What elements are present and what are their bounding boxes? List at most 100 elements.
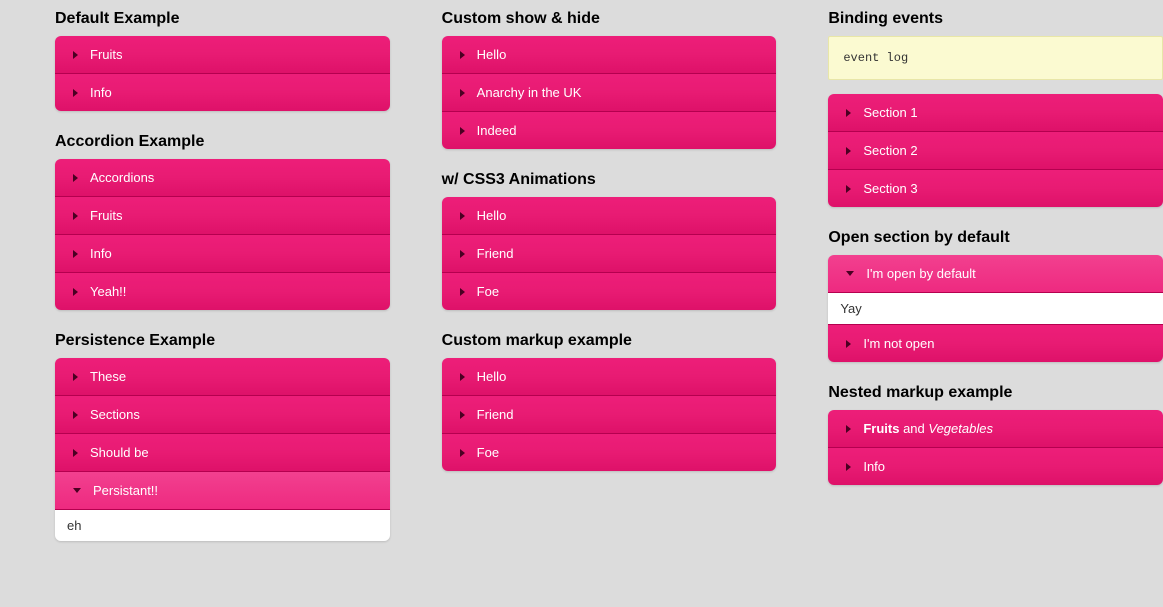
accordion-item-indeed[interactable]: Indeed [442, 112, 777, 149]
item-label: Persistant!! [93, 483, 158, 498]
group-title: Open section by default [828, 229, 1163, 247]
item-label: Section 1 [863, 105, 917, 120]
group-title: Accordion Example [55, 133, 390, 151]
chevron-right-icon [73, 449, 78, 457]
chevron-right-icon [846, 340, 851, 348]
accordion-item-foe[interactable]: Foe [442, 273, 777, 310]
group-title: Default Example [55, 10, 390, 28]
accordion-item-should-be[interactable]: Should be [55, 434, 390, 472]
item-label: Section 2 [863, 143, 917, 158]
accordion-item-accordions[interactable]: Accordions [55, 159, 390, 197]
item-label: Info [863, 459, 885, 474]
chevron-right-icon [846, 425, 851, 433]
chevron-right-icon [460, 250, 465, 258]
chevron-right-icon [846, 463, 851, 471]
accordion-nested: Fruits and Vegetables Info [828, 410, 1163, 485]
item-label: These [90, 369, 126, 384]
accordion-item-hello[interactable]: Hello [442, 358, 777, 396]
chevron-right-icon [460, 127, 465, 135]
column-1: Default Example Fruits Info Accordion Ex… [55, 10, 390, 563]
accordion-item-info[interactable]: Info [55, 74, 390, 111]
group-open-default: Open section by default I'm open by defa… [828, 229, 1163, 362]
group-title: Binding events [828, 10, 1163, 28]
accordion-content: Yay [828, 293, 1163, 325]
item-label: Sections [90, 407, 140, 422]
item-label: Foe [477, 284, 499, 299]
chevron-right-icon [73, 212, 78, 220]
group-binding-events: Binding events event log Section 1 Secti… [828, 10, 1163, 207]
accordion-item-fruits[interactable]: Fruits [55, 36, 390, 74]
chevron-right-icon [73, 411, 78, 419]
accordion-item-sections[interactable]: Sections [55, 396, 390, 434]
group-title: Custom show & hide [442, 10, 777, 28]
chevron-down-icon [846, 271, 854, 276]
item-label: Fruits [90, 47, 123, 62]
accordion-item-section-1[interactable]: Section 1 [828, 94, 1163, 132]
accordion-item-fruits-veg[interactable]: Fruits and Vegetables [828, 410, 1163, 448]
item-label: Accordions [90, 170, 154, 185]
chevron-right-icon [846, 185, 851, 193]
chevron-right-icon [460, 288, 465, 296]
chevron-right-icon [846, 147, 851, 155]
accordion-item-section-3[interactable]: Section 3 [828, 170, 1163, 207]
accordion-item-info[interactable]: Info [55, 235, 390, 273]
item-label: Fruits and Vegetables [863, 421, 993, 436]
group-title: Custom markup example [442, 332, 777, 350]
item-label: I'm open by default [866, 266, 975, 281]
accordion-custom-show-hide: Hello Anarchy in the UK Indeed [442, 36, 777, 149]
accordion-item-foe[interactable]: Foe [442, 434, 777, 471]
item-label: Yeah!! [90, 284, 126, 299]
item-label: Info [90, 85, 112, 100]
accordion-item-info[interactable]: Info [828, 448, 1163, 485]
accordion-item-not-open[interactable]: I'm not open [828, 325, 1163, 362]
chevron-right-icon [73, 250, 78, 258]
accordion-content: eh [55, 510, 390, 541]
accordion-item-hello[interactable]: Hello [442, 36, 777, 74]
accordion-item-friend[interactable]: Friend [442, 235, 777, 273]
item-label: I'm not open [863, 336, 934, 351]
group-title: Persistence Example [55, 332, 390, 350]
group-nested-markup: Nested markup example Fruits and Vegetab… [828, 384, 1163, 485]
item-label: Foe [477, 445, 499, 460]
item-label: Indeed [477, 123, 517, 138]
chevron-right-icon [73, 373, 78, 381]
accordion-persistence: These Sections Should be Persistant!! eh [55, 358, 390, 541]
chevron-right-icon [73, 51, 78, 59]
chevron-right-icon [460, 89, 465, 97]
accordion-item-hello[interactable]: Hello [442, 197, 777, 235]
event-log: event log [828, 36, 1163, 80]
group-default-example: Default Example Fruits Info [55, 10, 390, 111]
chevron-right-icon [460, 373, 465, 381]
item-label: Fruits [90, 208, 123, 223]
group-accordion-example: Accordion Example Accordions Fruits Info… [55, 133, 390, 310]
accordion-item-anarchy[interactable]: Anarchy in the UK [442, 74, 777, 112]
accordion-accordion-example: Accordions Fruits Info Yeah!! [55, 159, 390, 310]
chevron-right-icon [460, 411, 465, 419]
group-persistence-example: Persistence Example These Sections Shoul… [55, 332, 390, 541]
accordion-item-persistant[interactable]: Persistant!! [55, 472, 390, 510]
item-label: Anarchy in the UK [477, 85, 582, 100]
accordion-item-fruits[interactable]: Fruits [55, 197, 390, 235]
chevron-right-icon [73, 174, 78, 182]
item-label: Info [90, 246, 112, 261]
accordion-item-friend[interactable]: Friend [442, 396, 777, 434]
column-2: Custom show & hide Hello Anarchy in the … [442, 10, 777, 563]
group-title: Nested markup example [828, 384, 1163, 402]
accordion-item-these[interactable]: These [55, 358, 390, 396]
column-3: Binding events event log Section 1 Secti… [828, 10, 1163, 563]
accordion-binding: Section 1 Section 2 Section 3 [828, 94, 1163, 207]
item-label: Hello [477, 208, 507, 223]
group-css3-animations: w/ CSS3 Animations Hello Friend Foe [442, 171, 777, 310]
chevron-right-icon [460, 212, 465, 220]
accordion-item-open-default[interactable]: I'm open by default [828, 255, 1163, 293]
item-label: Friend [477, 407, 514, 422]
accordion-open-default: I'm open by default Yay I'm not open [828, 255, 1163, 362]
accordion-item-section-2[interactable]: Section 2 [828, 132, 1163, 170]
chevron-right-icon [73, 288, 78, 296]
chevron-right-icon [73, 89, 78, 97]
accordion-default: Fruits Info [55, 36, 390, 111]
accordion-item-yeah[interactable]: Yeah!! [55, 273, 390, 310]
accordion-css3: Hello Friend Foe [442, 197, 777, 310]
chevron-right-icon [460, 449, 465, 457]
group-title: w/ CSS3 Animations [442, 171, 777, 189]
